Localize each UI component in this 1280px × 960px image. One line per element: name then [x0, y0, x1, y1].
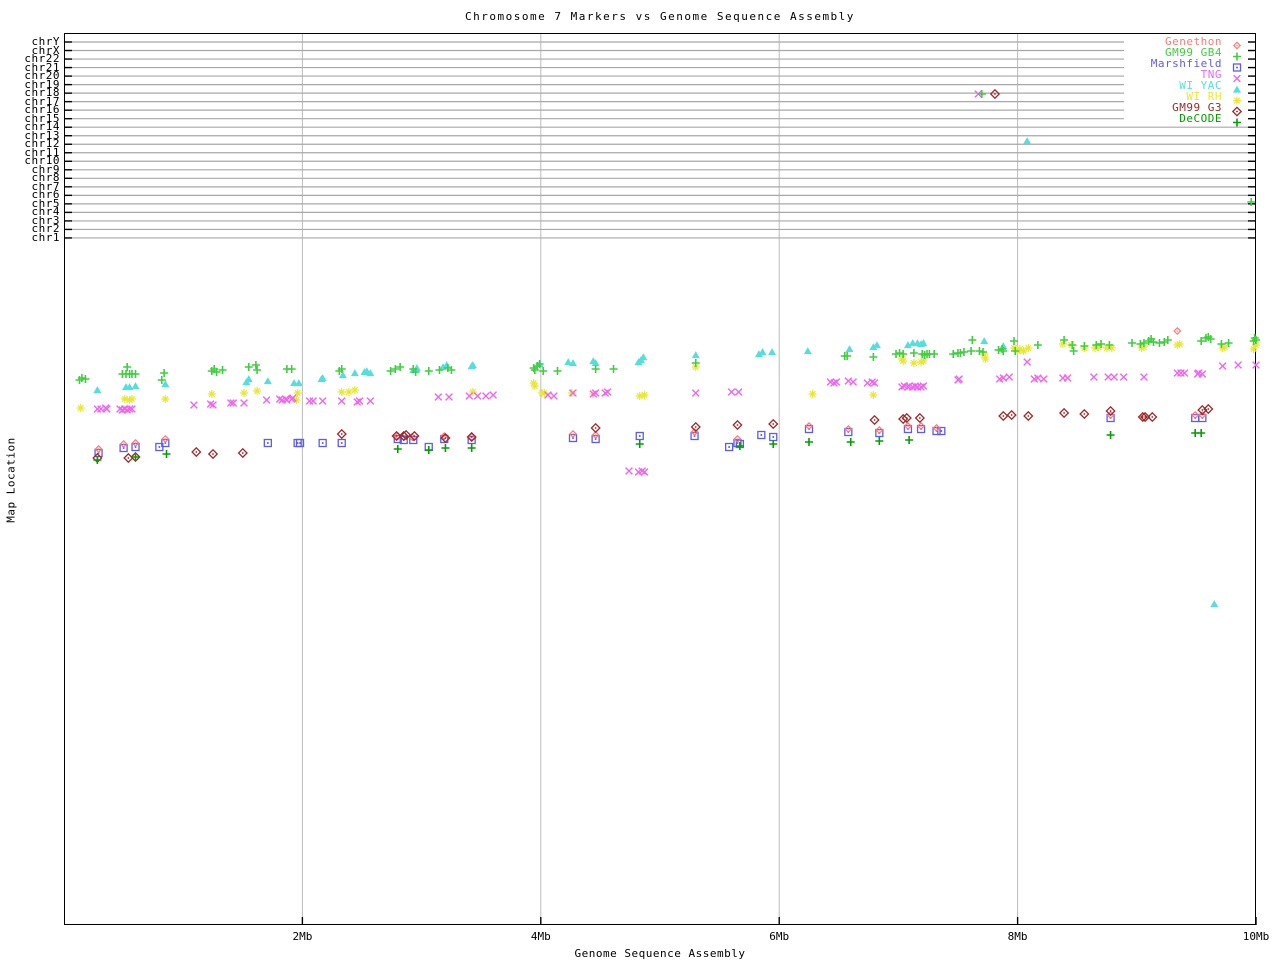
x-axis-label: Genome Sequence Assembly	[574, 947, 746, 960]
chromosome-label-chr1: chr1	[31, 230, 60, 244]
x-tick-label-8Mb: 8Mb	[1007, 930, 1028, 943]
series-decode	[93, 429, 1206, 464]
legend-symbol-genethon-icon	[1222, 36, 1248, 50]
legend-entry-marshfield: Marshfield	[1124, 58, 1248, 72]
series-marshfield	[94, 413, 1207, 458]
legend-symbol-gm99gb4-icon	[1222, 47, 1248, 61]
x-tick-label-10Mb: 10Mb	[1242, 930, 1270, 943]
series-wi-yac	[93, 137, 1219, 608]
plot-area	[64, 33, 1260, 925]
legend-symbol-tng-icon	[1222, 69, 1248, 83]
legend: Genethon GM99 GB4 Marshfield TNG WI YAC WI RH…	[1124, 35, 1248, 127]
legend-symbol-decode-icon	[1222, 113, 1248, 127]
legend-entry-decode: DeCODE	[1124, 112, 1248, 127]
x-tick-label-4Mb: 4Mb	[530, 930, 551, 943]
legend-symbol-marshfield-icon	[1222, 58, 1248, 72]
x-tick-label-6Mb: 6Mb	[769, 930, 790, 943]
series-genethon	[94, 326, 1207, 454]
x-tick-label-2Mb: 2Mb	[292, 930, 313, 943]
legend-symbol-wiyac-icon	[1222, 80, 1248, 93]
series-wi-rh	[76, 340, 1260, 412]
legend-symbol-gm99g3-icon	[1222, 102, 1248, 117]
plot-border	[64, 33, 1256, 925]
legend-label-decode: DeCODE	[1179, 112, 1222, 125]
series-gm99-gb4	[75, 90, 1260, 384]
chart-canvas: Chromosome 7 Markers vs Genome Sequence …	[0, 0, 1280, 960]
legend-symbol-wirh-icon	[1222, 91, 1248, 105]
series-gm99-g3	[92, 88, 1214, 464]
